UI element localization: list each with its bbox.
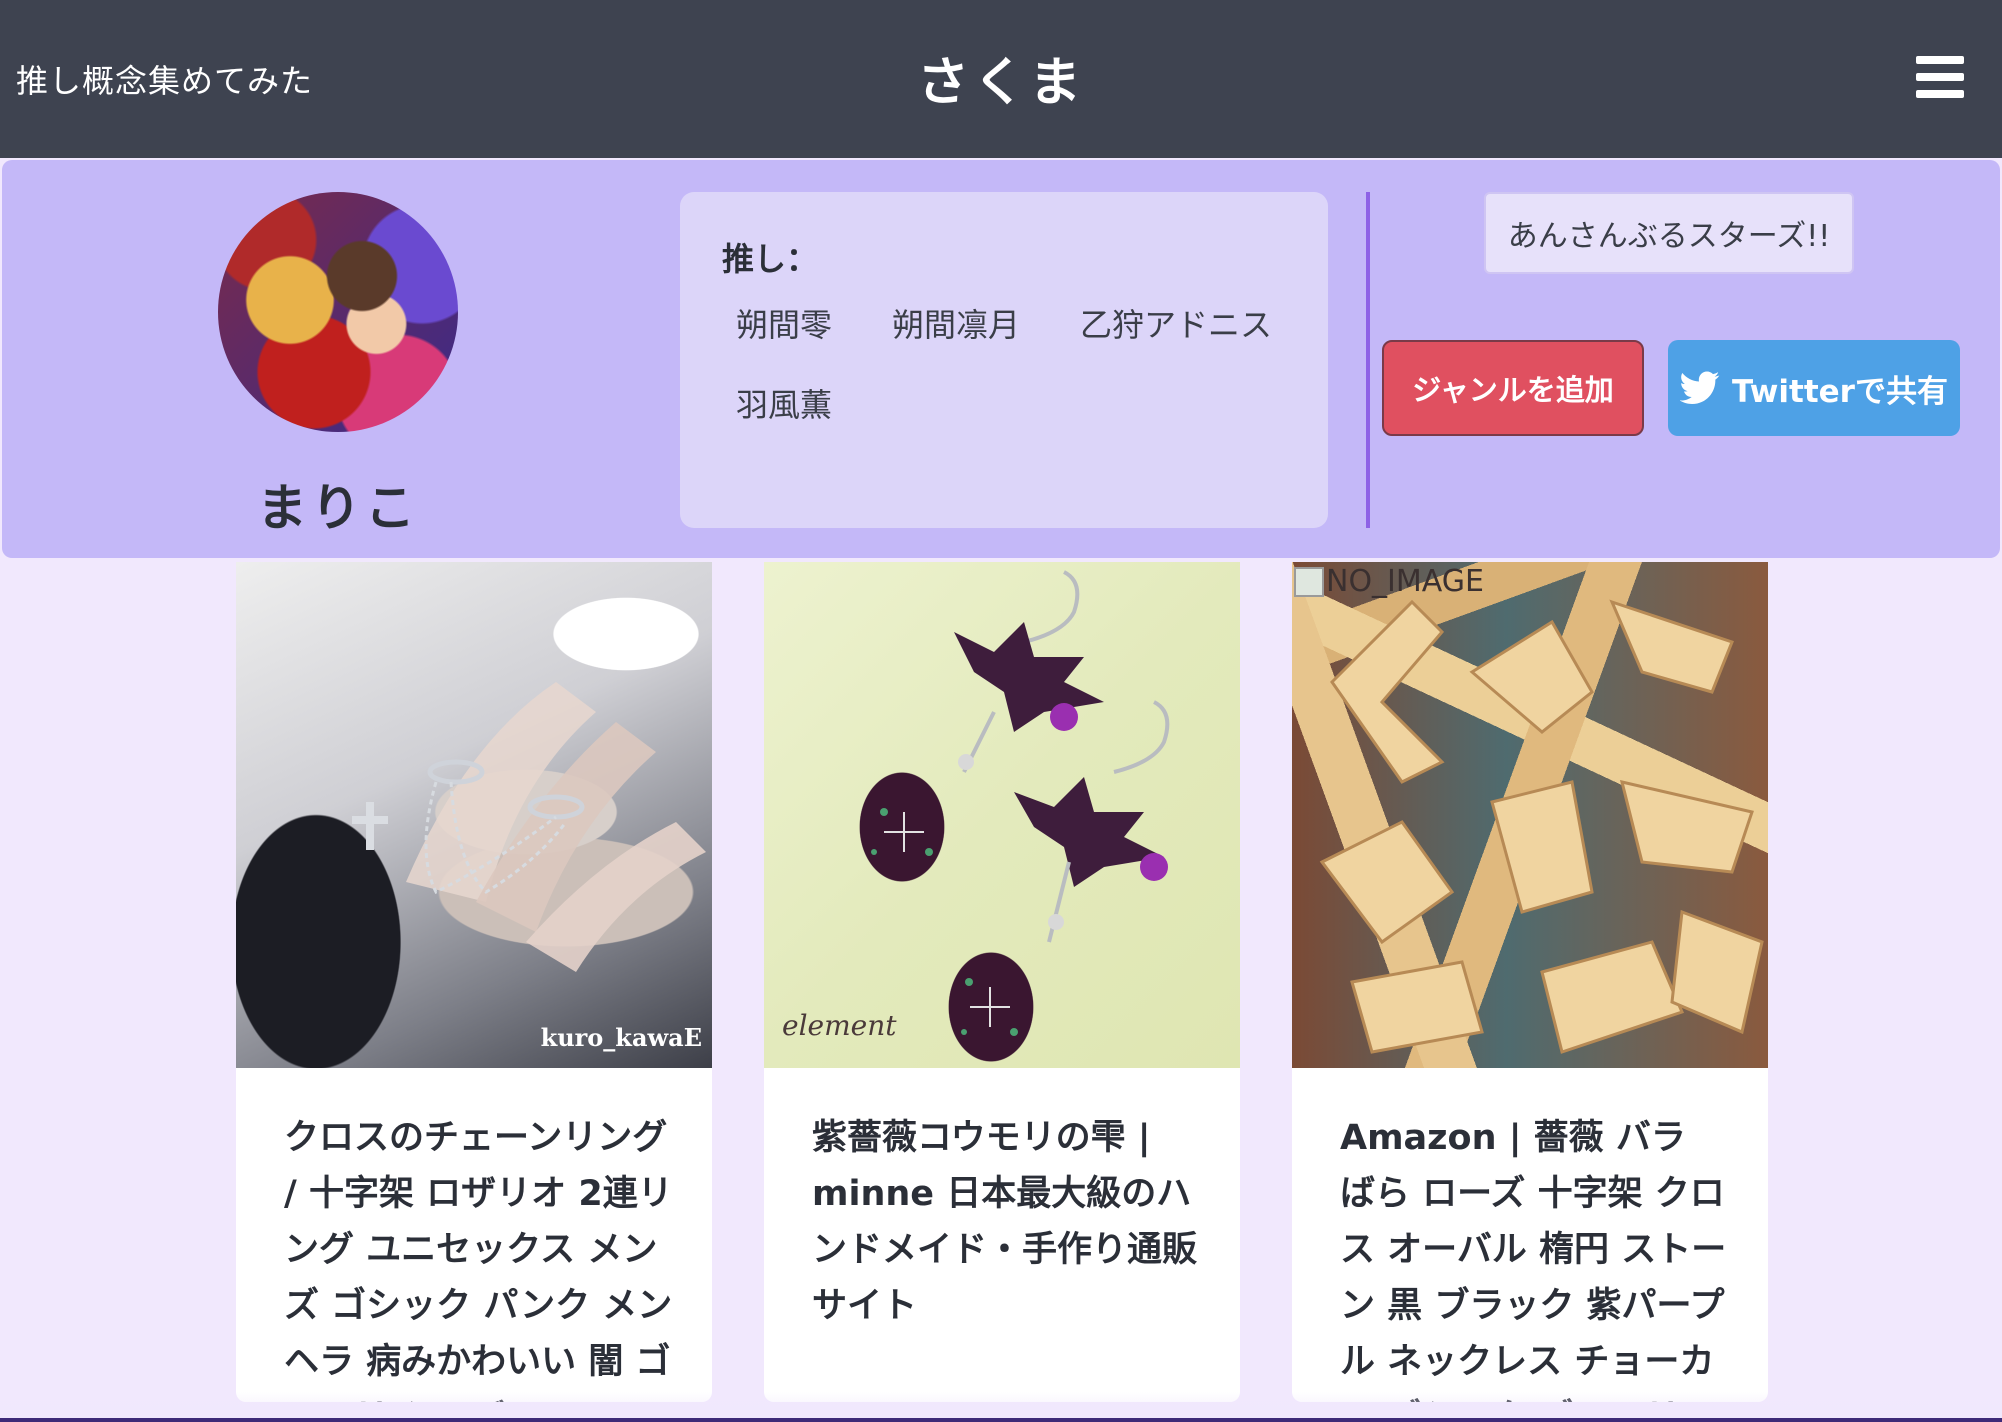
broken-image-icon <box>1294 566 1324 597</box>
product-card[interactable]: kuro_kawaE クロスのチェーンリング / 十字架 ロザリオ 2連リング … <box>236 562 712 1402</box>
twitter-share-button[interactable]: Twitterで共有 <box>1668 340 1960 436</box>
avatar <box>218 192 458 432</box>
oshi-list-box: 推し： 朔間零 朔間凛月 乙狩アドニス 羽風薫 <box>680 192 1328 528</box>
product-card[interactable]: NO_IMAGE Amazon | 薔薇 バラ ばら ローズ 十字架 クロス オ… <box>1292 562 1768 1402</box>
bat-earrings-illustration <box>871 570 1170 1036</box>
product-image: kuro_kawaE <box>236 562 712 1068</box>
top-navbar: 推し概念集めてみた さくま <box>0 0 2002 158</box>
card-title[interactable]: クロスのチェーンリング / 十字架 ロザリオ 2連リング ユニセックス メンズ … <box>284 1110 674 1402</box>
product-image: element <box>764 562 1240 1068</box>
profile-panel: まりこ 推し： 朔間零 朔間凛月 乙狩アドニス 羽風薫 あんさんぶるスターズ!!… <box>2 160 2000 558</box>
broken-image-placeholder: NO_IMAGE <box>1294 564 1484 599</box>
page-title: さくま <box>916 53 1085 113</box>
hamburger-menu-icon[interactable] <box>1916 56 1964 98</box>
bottom-edge <box>0 1418 2002 1422</box>
wooden-letters-illustration <box>1319 599 1764 1054</box>
hamburger-bar <box>1916 73 1964 81</box>
oshi-tag[interactable]: 朔間凛月 <box>892 300 1020 346</box>
image-alt-text: NO_IMAGE <box>1326 564 1484 599</box>
product-image: NO_IMAGE <box>1292 562 1768 1068</box>
image-watermark: element <box>782 1009 897 1042</box>
genre-tag[interactable]: あんさんぶるスターズ!! <box>1484 192 1854 274</box>
hamburger-bar <box>1916 56 1964 64</box>
product-card[interactable]: element 紫薔薇コウモリの雫 | minne 日本最大級のハンドメイド・手… <box>764 562 1240 1402</box>
card-title[interactable]: 紫薔薇コウモリの雫 | minne 日本最大級のハンドメイド・手作り通販サイト <box>812 1110 1202 1334</box>
add-genre-button[interactable]: ジャンルを追加 <box>1382 340 1644 436</box>
twitter-share-label: Twitterで共有 <box>1732 373 1948 410</box>
vertical-divider <box>1366 192 1370 528</box>
image-watermark: kuro_kawaE <box>540 1023 702 1052</box>
ring-chain-illustration <box>352 682 706 972</box>
username: まりこ <box>257 479 419 537</box>
oshi-tag[interactable]: 羽風薫 <box>736 380 832 426</box>
oshi-label: 推し： <box>722 240 819 278</box>
twitter-bird-icon <box>1680 371 1720 404</box>
hamburger-bar <box>1916 90 1964 98</box>
card-title[interactable]: Amazon | 薔薇 バラ ばら ローズ 十字架 クロス オーバル 楕円 スト… <box>1340 1110 1730 1402</box>
oshi-tag[interactable]: 朔間零 <box>736 300 832 346</box>
oshi-tag[interactable]: 乙狩アドニス <box>1080 300 1272 346</box>
